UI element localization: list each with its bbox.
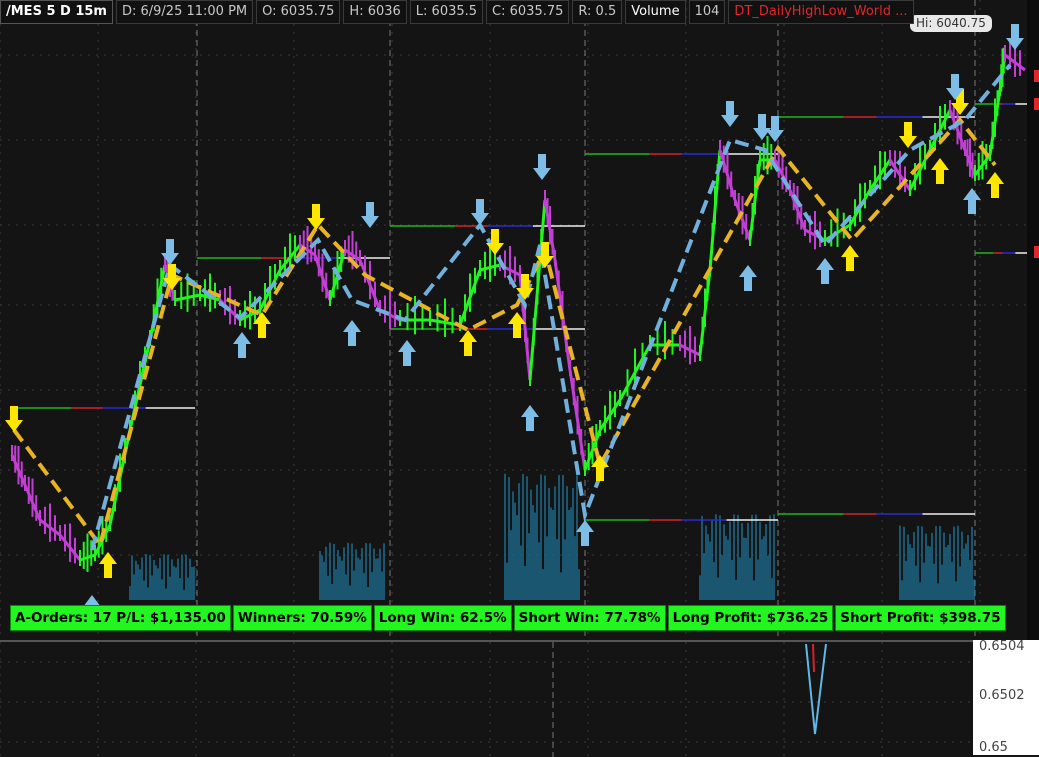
axis-label-bottom: 0.65 <box>979 740 1008 755</box>
stat-long-profit: Long Profit: $736.25 <box>667 605 834 631</box>
lower-study-panel[interactable] <box>0 640 1039 757</box>
sell-arrow-icon <box>233 332 251 358</box>
high-readout: H: 6036 <box>343 0 407 24</box>
sell-arrow-icon <box>343 320 361 346</box>
price-chart-canvas[interactable] <box>0 0 1039 640</box>
volume-value: 104 <box>688 0 726 24</box>
high-badge: Hi: 6040.75 <box>910 15 992 32</box>
buy-arrow-icon <box>307 204 325 230</box>
sell-arrow-icon <box>521 405 539 431</box>
price-chart[interactable] <box>0 0 1039 640</box>
buy-arrow-icon <box>99 552 117 578</box>
volume-label[interactable]: Volume <box>625 0 686 24</box>
study-line <box>805 643 827 735</box>
range-readout: R: 0.5 <box>572 0 623 24</box>
sell-arrow-icon <box>739 265 757 291</box>
close-readout: C: 6035.75 <box>486 0 570 24</box>
sell-arrow-icon <box>361 202 379 228</box>
axis-label-top: 0.6504 <box>979 639 1025 654</box>
low-readout: L: 6035.5 <box>409 0 484 24</box>
sell-arrow-icon <box>963 188 981 214</box>
price-axis[interactable] <box>1027 0 1039 640</box>
study-label[interactable]: DT_DailyHighLow_World ... <box>728 0 914 24</box>
stat-short-profit: Short Profit: $398.75 <box>835 605 1006 631</box>
sell-arrow-icon <box>471 199 489 225</box>
sell-arrow-icon <box>1006 24 1024 50</box>
stats-bar: A-Orders: 17 P/L: $1,135.00 Winners: 70.… <box>10 605 1008 631</box>
lower-study-canvas[interactable] <box>0 642 1039 757</box>
date-readout: D: 6/9/25 11:00 PM <box>115 0 254 24</box>
stat-short-win: Short Win: 77.78% <box>513 605 666 631</box>
axis-label-mid: 0.6502 <box>979 688 1025 703</box>
symbol-label[interactable]: /MES 5 D 15m <box>0 0 113 24</box>
stat-orders-pl: A-Orders: 17 P/L: $1,135.00 <box>10 605 231 631</box>
buy-arrow-icon <box>931 158 949 184</box>
sell-arrow-icon <box>576 520 594 546</box>
sell-arrow-icon <box>533 154 551 180</box>
sell-arrow-icon <box>398 340 416 366</box>
sell-arrow-icon <box>161 239 179 265</box>
stat-winners: Winners: 70.59% <box>232 605 372 631</box>
study-line <box>812 643 815 673</box>
sell-arrow-icon <box>721 101 739 127</box>
buy-arrow-icon <box>841 245 859 271</box>
buy-arrow-icon <box>5 406 23 432</box>
buy-arrow-icon <box>459 330 477 356</box>
lower-study-axis[interactable]: 0.6504 0.6502 0.65 <box>973 639 1039 755</box>
sell-arrow-icon <box>816 258 834 284</box>
open-readout: O: 6035.75 <box>256 0 341 24</box>
stat-long-win: Long Win: 62.5% <box>373 605 512 631</box>
buy-arrow-icon <box>986 172 1004 198</box>
chart-header: /MES 5 D 15m D: 6/9/25 11:00 PM O: 6035.… <box>0 0 917 24</box>
buy-arrow-icon <box>899 122 917 148</box>
